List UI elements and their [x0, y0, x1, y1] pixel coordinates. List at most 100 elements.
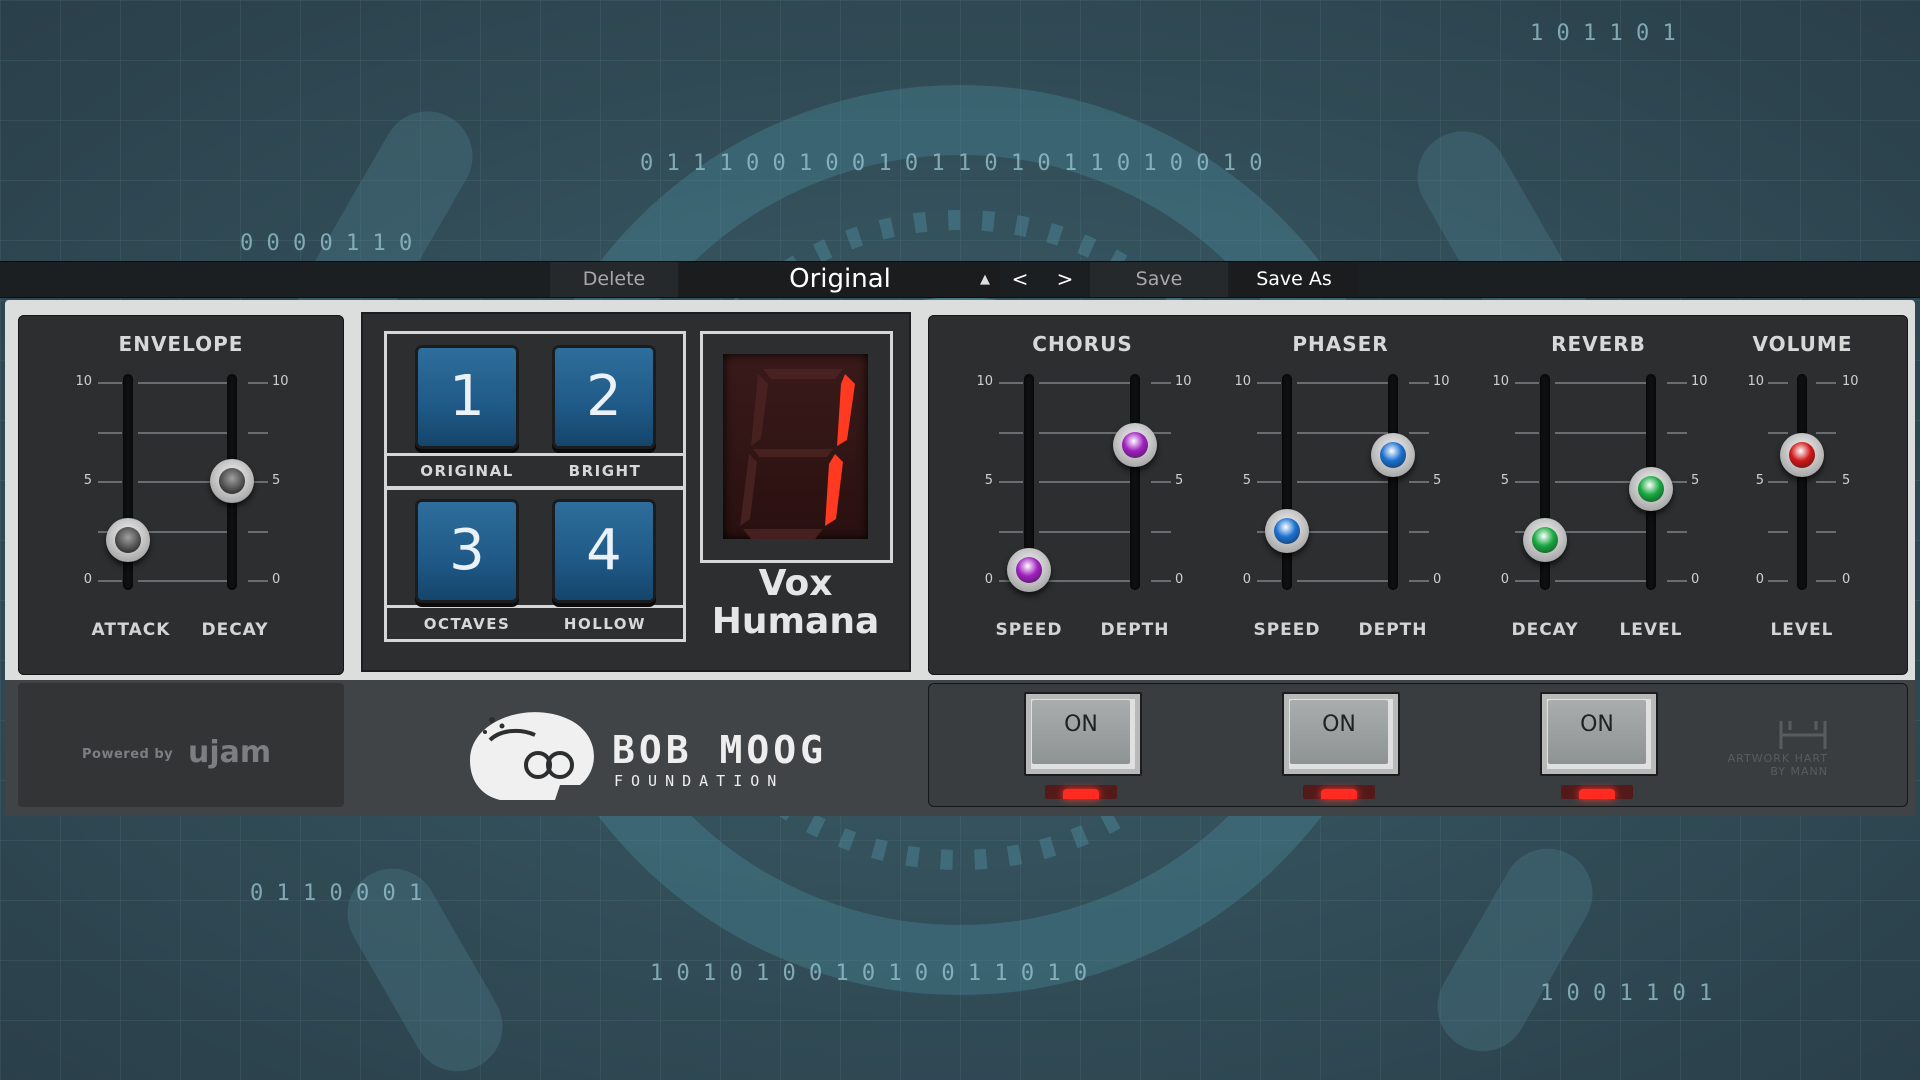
reverb-tick: [1515, 382, 1539, 384]
chorus-tick-label: 0: [1175, 572, 1184, 587]
chorus-gridline: [1039, 382, 1135, 384]
chorus-tick-label: 0: [984, 572, 993, 587]
reverb-tick: [1515, 481, 1539, 483]
reverb-led-icon: [1561, 785, 1633, 799]
preset-label-original: ORIGINAL: [420, 462, 514, 480]
chorus-depth-slider-track: [1130, 374, 1140, 590]
envelope-tick: [248, 580, 268, 582]
envelope-tick: [98, 481, 122, 483]
volume-tick-label: 0: [1842, 572, 1851, 587]
previous-preset-button[interactable]: <: [1000, 262, 1040, 297]
phaser-tick: [1257, 481, 1281, 483]
preset-label-hollow: HOLLOW: [563, 615, 647, 633]
voice-name-line1: Vox: [758, 563, 833, 604]
phaser-speed-slider-track: [1282, 374, 1292, 590]
volume-tick: [1816, 481, 1836, 483]
chorus-tick: [1151, 530, 1171, 533]
chorus-gridline: [1039, 530, 1135, 533]
phaser-gridline: [1297, 431, 1393, 434]
volume-level-slider-knob[interactable]: [1780, 433, 1824, 478]
envelope-tick-label: 5: [83, 473, 92, 488]
phaser-speed-knob-cap: [1274, 517, 1300, 544]
volume-tick-label: 5: [1842, 473, 1851, 488]
preset-button-1[interactable]: 1: [418, 348, 516, 446]
phaser-tick: [1257, 382, 1281, 384]
attack-label: ATTACK: [91, 620, 171, 640]
phaser-on-button[interactable]: ON: [1282, 692, 1400, 776]
decay-label: DECAY: [201, 620, 269, 640]
envelope-tick-label: 10: [272, 374, 289, 389]
chorus-tick-label: 10: [976, 374, 993, 389]
reverb-tick-label: 0: [1500, 572, 1509, 587]
reverb-tick: [1667, 431, 1687, 434]
phaser-tick-label: 5: [1242, 473, 1251, 488]
artwork-credit-line2: BY MANN: [1770, 765, 1828, 778]
volume-tick-label: 0: [1755, 572, 1764, 587]
volume-level-knob-cap: [1789, 442, 1815, 469]
chorus-speed-slider-knob[interactable]: [1007, 548, 1051, 593]
next-preset-button[interactable]: >: [1045, 262, 1085, 297]
svg-text:0 1 1 1 0 0 1 0 0 1 0 1 1 0 1: 0 1 1 1 0 0 1 0 0 1 0 1 1 0 1 0 1 1 0 1 …: [640, 151, 1263, 176]
preset-button-2[interactable]: 2: [555, 348, 653, 446]
volume-tick: [1768, 431, 1788, 434]
chorus-gridline: [1039, 580, 1135, 582]
chorus-speed-label: SPEED: [995, 620, 1063, 640]
phaser-speed-label: SPEED: [1253, 620, 1321, 640]
volume-tick: [1768, 580, 1788, 582]
phaser-on-label: ON: [1290, 700, 1388, 764]
reverb-tick-label: 10: [1492, 374, 1509, 389]
chorus-tick: [1151, 382, 1171, 384]
reverb-gridline: [1555, 431, 1651, 434]
voice-name: Vox Humana: [700, 565, 891, 641]
preset-label-octaves: OCTAVES: [423, 615, 511, 633]
phaser-depth-knob-cap: [1380, 442, 1406, 469]
reverb-tick-label: 0: [1691, 572, 1700, 587]
phaser-tick: [1257, 431, 1281, 434]
reverb-tick-label: 5: [1691, 473, 1700, 488]
phaser-tick: [1409, 431, 1429, 434]
volume-tick: [1768, 382, 1788, 384]
envelope-tick: [98, 580, 122, 582]
phaser-tick-label: 0: [1242, 572, 1251, 587]
updown-arrows-icon: ▲: [980, 272, 990, 287]
svg-text:1 0 0 1 1 0 1: 1 0 0 1 1 0 1: [1540, 981, 1712, 1006]
phaser-speed-slider-knob[interactable]: [1265, 508, 1309, 553]
phaser-gridline: [1297, 580, 1393, 582]
chorus-tick-label: 10: [1175, 374, 1192, 389]
chorus-tick: [1151, 580, 1171, 582]
foundation-name: BOB MOOG: [612, 728, 828, 772]
preset-number-display: [700, 331, 893, 563]
envelope-gridline: [138, 382, 232, 384]
phaser-gridline: [1297, 481, 1393, 483]
volume-tick-label: 10: [1842, 374, 1859, 389]
decay-slider-knob[interactable]: [210, 459, 254, 503]
envelope-gridline: [138, 580, 232, 582]
phaser-tick-label: 5: [1433, 473, 1442, 488]
reverb-gridline: [1555, 580, 1651, 582]
save-button[interactable]: Save: [1090, 262, 1228, 297]
delete-button[interactable]: Delete: [550, 262, 678, 297]
chorus-on-button[interactable]: ON: [1024, 692, 1142, 776]
reverb-level-slider-knob[interactable]: [1629, 466, 1673, 511]
phaser-depth-slider-knob[interactable]: [1371, 433, 1415, 478]
phaser-tick: [1409, 530, 1429, 533]
volume-title: VOLUME: [1752, 332, 1853, 356]
preset-button-3[interactable]: 3: [418, 502, 516, 600]
seven-segment-digit-icon: [740, 369, 855, 539]
phaser-tick: [1257, 580, 1281, 582]
preset-name: Original: [789, 264, 891, 294]
save-as-button[interactable]: Save As: [1230, 262, 1358, 297]
volume-tick: [1816, 580, 1836, 582]
chorus-depth-label: DEPTH: [1100, 620, 1170, 640]
preset-selector[interactable]: Original ▲: [680, 262, 1000, 297]
svg-text:1 0 1 1 0 1: 1 0 1 1 0 1: [1530, 21, 1676, 46]
reverb-on-button[interactable]: ON: [1540, 692, 1658, 776]
volume-tick-label: 10: [1747, 374, 1764, 389]
envelope-tick-label: 0: [83, 572, 92, 587]
artwork-credit-line1: ARTWORK HART: [1727, 752, 1828, 765]
reverb-tick: [1667, 530, 1687, 533]
reverb-gridline: [1555, 382, 1651, 384]
envelope-tick: [98, 382, 122, 384]
preset-button-4[interactable]: 4: [555, 502, 653, 600]
voice-name-line2: Humana: [711, 601, 880, 642]
